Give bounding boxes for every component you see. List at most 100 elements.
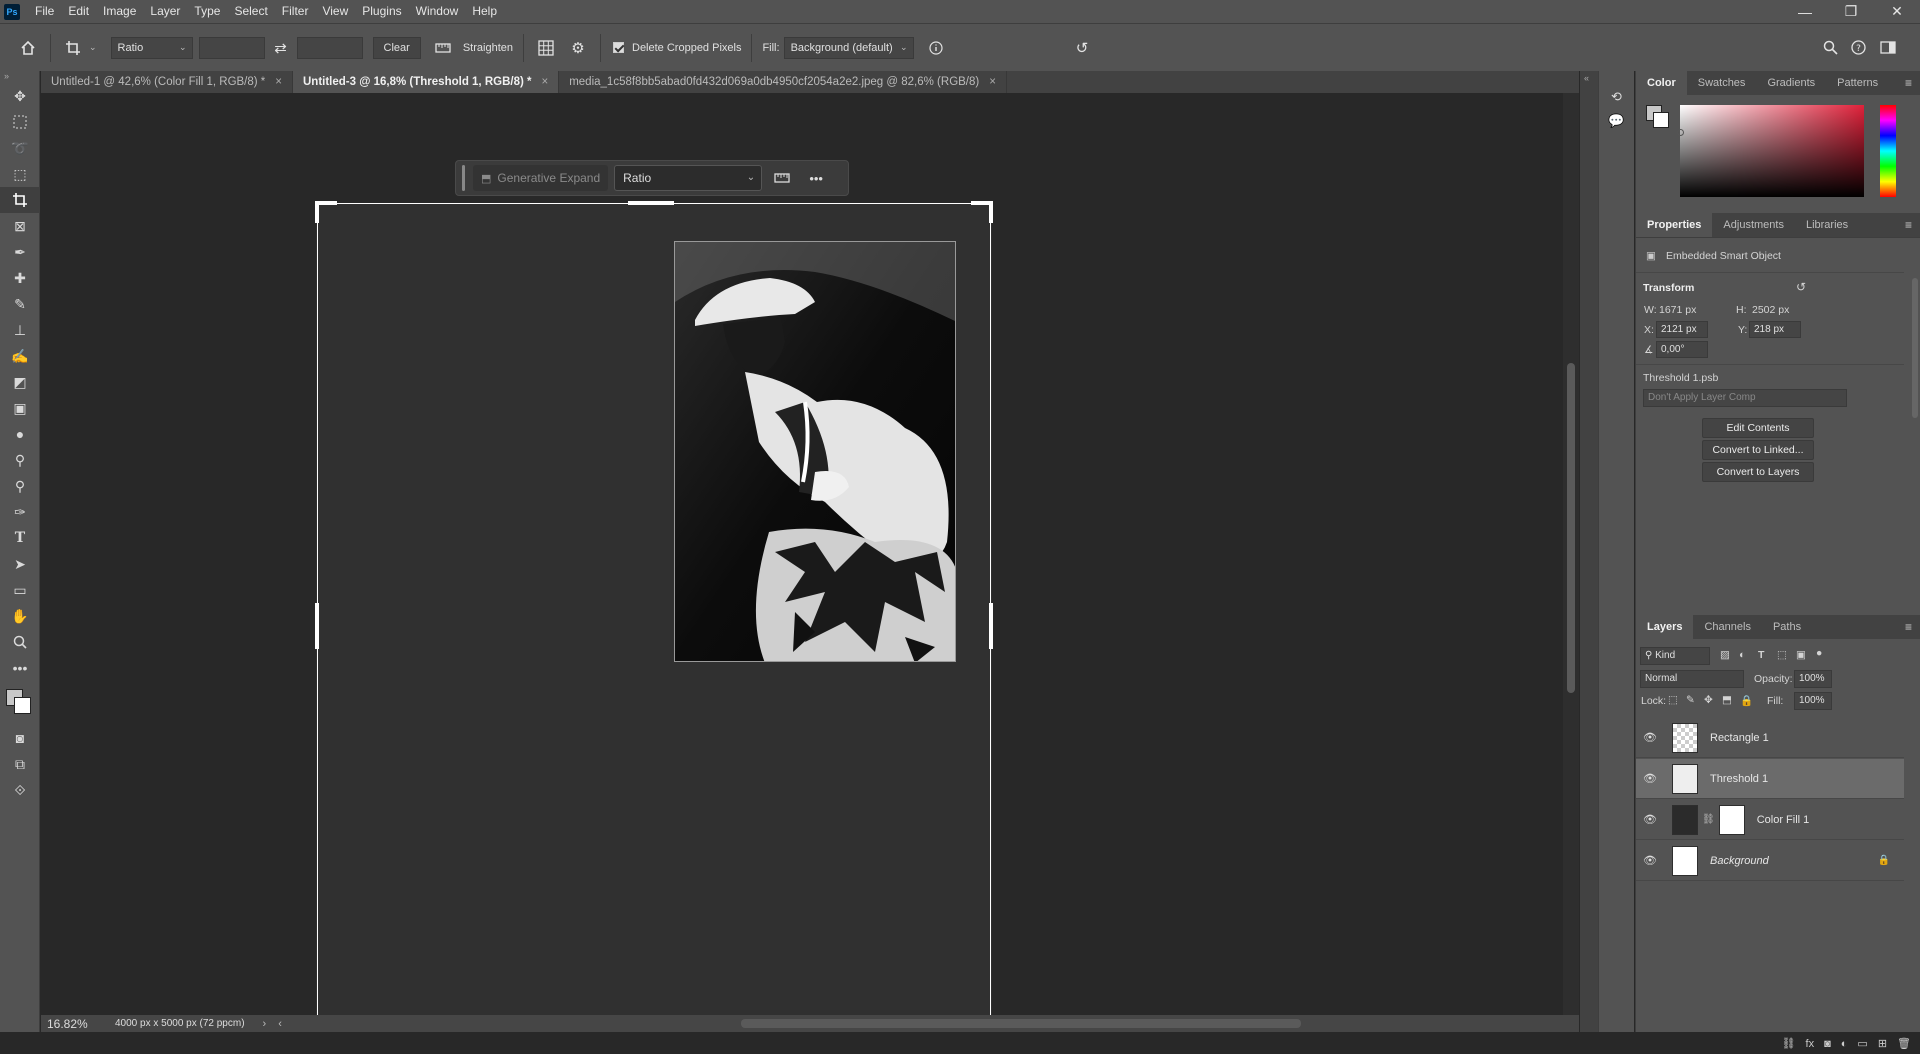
opacity-input[interactable]: 100% <box>1794 670 1832 688</box>
eyedropper-tool-icon[interactable]: ✒ <box>0 239 40 265</box>
crop-tool-preset-icon[interactable] <box>61 36 85 60</box>
tab-gradients[interactable]: Gradients <box>1756 71 1826 95</box>
eye-icon[interactable]: 👁 <box>1636 813 1664 826</box>
move-tool-icon[interactable]: ✥ <box>0 83 40 109</box>
crop-handle-top[interactable] <box>628 201 674 205</box>
context-ratio-select[interactable]: Ratio ⌄ <box>614 165 763 191</box>
close-window-button[interactable]: ✕ <box>1874 0 1920 23</box>
home-icon[interactable] <box>16 36 40 60</box>
horizontal-scroll-thumb[interactable] <box>741 1019 1301 1028</box>
menu-file[interactable]: File <box>28 0 61 23</box>
comments-panel-icon[interactable]: 💬 <box>1599 109 1634 133</box>
crop-handle-top-right[interactable] <box>989 201 993 223</box>
frame-tool-icon[interactable]: ⊠ <box>0 213 40 239</box>
healing-brush-tool-icon[interactable]: ✚ <box>0 265 40 291</box>
pixel-layer-filter-icon[interactable]: ▨ <box>1720 649 1730 661</box>
layer-filter-kind-select[interactable]: ⚲ Kind <box>1640 647 1710 665</box>
y-position-input[interactable]: 218 px <box>1749 321 1801 338</box>
tab-media-jpeg[interactable]: media_1c58f8bb5abad0fd432d069a0db4950cf2… <box>559 71 1007 93</box>
content-credentials-icon[interactable]: ⟐ <box>0 777 40 803</box>
swap-icon[interactable]: ⇄ <box>269 36 293 60</box>
fill-select[interactable]: Background (default) ⌄ <box>783 36 914 59</box>
vertical-scroll-thumb[interactable] <box>1567 363 1575 693</box>
new-group-icon[interactable]: ▭ <box>1857 1037 1867 1050</box>
gradient-tool-icon[interactable]: ▣ <box>0 395 40 421</box>
lasso-tool-icon[interactable]: ➰ <box>0 135 40 161</box>
layer-mask-thumbnail[interactable] <box>1718 804 1745 835</box>
close-icon[interactable]: × <box>275 76 282 88</box>
tab-untitled-3[interactable]: Untitled-3 @ 16,8% (Threshold 1, RGB/8) … <box>293 71 560 93</box>
delete-layer-icon[interactable]: 🗑 <box>1897 1037 1911 1050</box>
menu-plugins[interactable]: Plugins <box>355 0 408 23</box>
tab-paths[interactable]: Paths <box>1762 615 1812 639</box>
tab-patterns[interactable]: Patterns <box>1826 71 1889 95</box>
angle-input[interactable]: 0,00° <box>1656 341 1708 358</box>
screen-mode-icon[interactable]: ⧉ <box>0 751 40 777</box>
help-icon[interactable]: ? <box>1846 36 1870 60</box>
close-icon[interactable]: × <box>541 76 548 88</box>
document-info[interactable]: 4000 px x 5000 px (72 ppcm) <box>115 1018 245 1029</box>
tab-layers[interactable]: Layers <box>1636 615 1694 639</box>
color-swatches[interactable] <box>0 681 39 725</box>
menu-layer[interactable]: Layer <box>143 0 187 23</box>
menu-view[interactable]: View <box>315 0 355 23</box>
new-layer-icon[interactable]: ⊞ <box>1878 1037 1887 1050</box>
delete-cropped-checkbox[interactable] <box>613 42 624 53</box>
shape-layer-filter-icon[interactable]: ⬚ <box>1777 649 1787 661</box>
crop-width-input[interactable] <box>198 36 265 59</box>
object-selection-tool-icon[interactable]: ⬚ <box>0 161 40 187</box>
ratio-select[interactable]: Ratio ⌄ <box>110 36 193 59</box>
clear-button[interactable]: Clear <box>372 36 421 59</box>
eye-icon[interactable]: 👁 <box>1636 772 1664 785</box>
tab-libraries[interactable]: Libraries <box>1795 213 1859 237</box>
layer-row[interactable]: 👁 Threshold 1 <box>1636 759 1904 799</box>
crop-handle-right[interactable] <box>989 603 993 649</box>
eye-icon[interactable]: 👁 <box>1636 731 1664 744</box>
x-position-input[interactable]: 2121 px <box>1656 321 1708 338</box>
edit-contents-button[interactable]: Edit Contents <box>1702 418 1814 438</box>
crop-handle-top-left[interactable] <box>315 201 319 223</box>
pen-tool-icon[interactable]: ✑ <box>0 499 40 525</box>
zoom-level[interactable]: 16.82% <box>47 1017 103 1031</box>
chevron-down-icon[interactable]: ⌄ <box>89 42 97 53</box>
eye-icon[interactable]: 👁 <box>1636 854 1664 867</box>
dodge-tool-icon[interactable]: ⚲ <box>0 447 40 473</box>
type-layer-filter-icon[interactable]: T <box>1758 649 1764 661</box>
workspace-icon[interactable] <box>1876 36 1900 60</box>
zoom-magnifier-tool-icon[interactable]: ⚲ <box>0 473 40 499</box>
chain-link-icon[interactable]: ⛓ <box>1702 814 1715 825</box>
crop-height-input[interactable] <box>296 36 363 59</box>
straighten-label[interactable]: Straighten <box>463 42 513 54</box>
tab-color[interactable]: Color <box>1636 71 1687 95</box>
path-selection-tool-icon[interactable]: ➤ <box>0 551 40 577</box>
fill-input[interactable]: 100% <box>1794 692 1832 710</box>
layer-row[interactable]: 👁 Background 🔒 <box>1636 841 1904 881</box>
search-icon[interactable] <box>1818 36 1842 60</box>
drag-handle[interactable] <box>462 165 465 191</box>
filter-toggle-icon[interactable]: ● <box>1816 647 1822 659</box>
background-color-swatch[interactable] <box>1653 112 1669 128</box>
reset-transform-icon[interactable]: ↺ <box>1796 280 1806 294</box>
color-picker-cursor[interactable] <box>1677 129 1684 136</box>
convert-to-layers-button[interactable]: Convert to Layers <box>1702 462 1814 482</box>
clone-stamp-tool-icon[interactable]: ⊥ <box>0 317 40 343</box>
panel-dock-divider[interactable]: « <box>1580 71 1598 1032</box>
layer-row[interactable]: 👁 ⛓ Color Fill 1 <box>1636 800 1904 840</box>
blur-tool-icon[interactable]: ● <box>0 421 40 447</box>
straighten-icon[interactable] <box>431 36 455 60</box>
panel-menu-icon[interactable]: ≡ <box>1905 620 1912 634</box>
menu-image[interactable]: Image <box>96 0 143 23</box>
menu-select[interactable]: Select <box>227 0 274 23</box>
info-icon[interactable] <box>924 36 948 60</box>
more-tools-icon[interactable]: ••• <box>0 655 40 681</box>
menu-edit[interactable]: Edit <box>61 0 96 23</box>
tab-properties[interactable]: Properties <box>1636 213 1713 237</box>
canvas-area[interactable]: ⬒ Generative Expand Ratio ⌄ ••• <box>41 93 1579 1015</box>
chevron-left-icon[interactable]: ‹ <box>278 1018 282 1030</box>
menu-filter[interactable]: Filter <box>275 0 316 23</box>
layer-row[interactable]: 👁 Rectangle 1 <box>1636 718 1904 758</box>
history-brush-tool-icon[interactable]: ✍ <box>0 343 40 369</box>
color-field[interactable] <box>1677 105 1864 197</box>
type-tool-icon[interactable]: T <box>0 525 40 551</box>
lock-transparent-icon[interactable]: ⬚ <box>1668 694 1678 706</box>
